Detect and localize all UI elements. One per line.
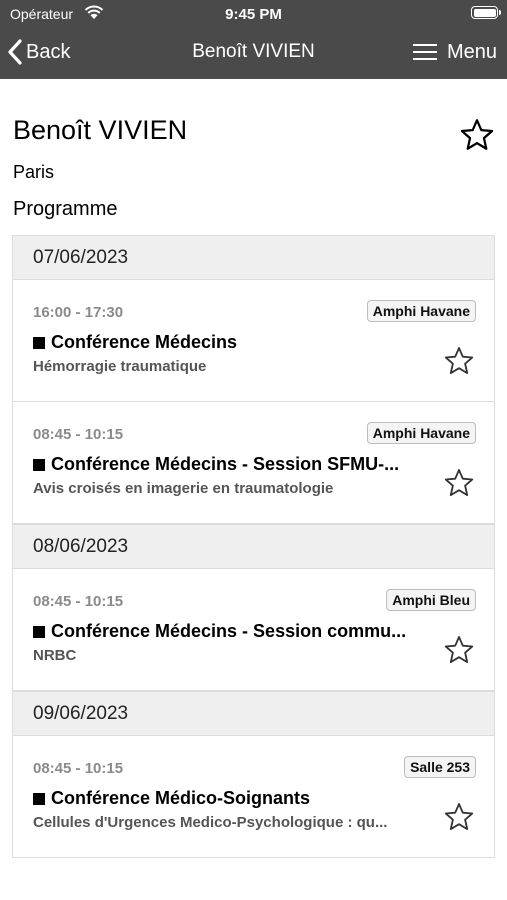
session-title: Conférence Médecins - Session commu... xyxy=(33,621,423,642)
session-time: 08:45 - 10:15 xyxy=(33,426,124,443)
category-square-icon xyxy=(33,625,45,638)
navigation-bar: Opérateur 9:45 PM Back Benoît VIVIEN Men… xyxy=(0,0,507,79)
hamburger-icon xyxy=(412,44,437,60)
session-title: Conférence Médecins - Session SFMU-... xyxy=(33,454,423,475)
session-item[interactable]: 08:45 - 10:15 Amphi Havane Conférence Mé… xyxy=(13,402,494,524)
session-time: 08:45 - 10:15 xyxy=(33,593,124,610)
session-time: 16:00 - 17:30 xyxy=(33,304,124,321)
room-badge: Amphi Bleu xyxy=(386,589,476,611)
favorite-star-icon[interactable] xyxy=(443,635,475,665)
session-item[interactable]: 08:45 - 10:15 Salle 253 Conférence Médic… xyxy=(13,736,494,858)
day-header: 08/06/2023 xyxy=(13,524,494,569)
favorite-star-icon[interactable] xyxy=(443,346,475,376)
category-square-icon xyxy=(33,336,45,349)
room-badge: Amphi Havane xyxy=(366,422,476,444)
day-header: 07/06/2023 xyxy=(13,235,494,280)
session-subtitle: NRBC xyxy=(33,647,77,664)
session-item[interactable]: 08:45 - 10:15 Amphi Bleu Conférence Méde… xyxy=(13,569,494,691)
session-item[interactable]: 16:00 - 17:30 Amphi Havane Conférence Mé… xyxy=(13,280,494,402)
room-badge: Amphi Havane xyxy=(366,300,476,322)
speaker-city: Paris xyxy=(13,162,55,182)
category-square-icon xyxy=(33,458,45,471)
menu-button[interactable]: Menu xyxy=(412,34,497,70)
session-title: Conférence Médico-Soignants xyxy=(33,788,423,809)
session-subtitle: Cellules d'Urgences Medico-Psychologique… xyxy=(33,814,388,831)
battery-icon xyxy=(471,6,501,19)
session-title: Conférence Médecins xyxy=(33,332,423,353)
menu-label: Menu xyxy=(446,40,497,63)
status-time: 9:45 PM xyxy=(225,6,282,23)
favorite-speaker-star-icon[interactable] xyxy=(459,118,495,152)
favorite-star-icon[interactable] xyxy=(443,802,475,832)
favorite-star-icon[interactable] xyxy=(443,468,475,498)
session-time: 08:45 - 10:15 xyxy=(33,760,124,777)
day-header: 09/06/2023 xyxy=(13,691,494,736)
session-subtitle: Avis croisés en imagerie en traumatologi… xyxy=(33,480,334,497)
room-badge: Salle 253 xyxy=(404,756,476,778)
status-bar: Opérateur 9:45 PM xyxy=(0,0,507,28)
category-square-icon xyxy=(33,792,45,805)
programme-list: 07/06/2023 16:00 - 17:30 Amphi Havane Co… xyxy=(12,235,495,858)
programme-heading: Programme xyxy=(13,198,118,220)
speaker-name: Benoît VIVIEN xyxy=(13,115,188,145)
session-subtitle: Hémorragie traumatique xyxy=(33,358,207,375)
